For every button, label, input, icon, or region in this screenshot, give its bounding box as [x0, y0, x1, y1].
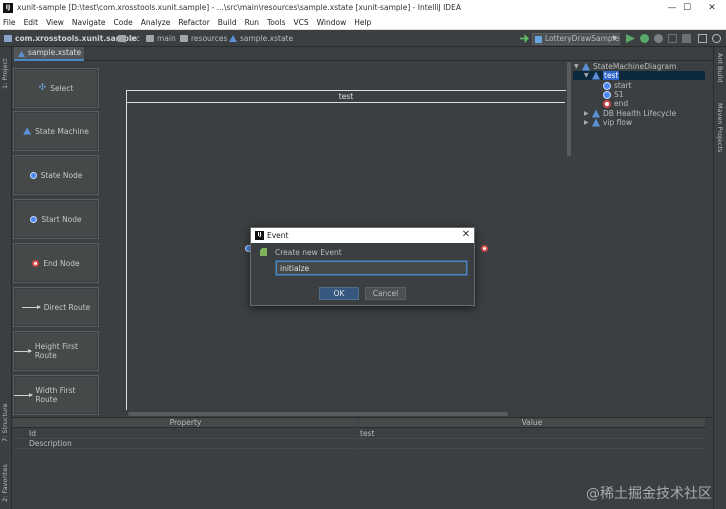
- property-value-description[interactable]: [359, 439, 705, 449]
- palette-height-first-route[interactable]: Height First Route: [13, 331, 99, 371]
- dialog-close-button[interactable]: ✕: [460, 229, 472, 241]
- left-tool-stripe: 1: Project 7: Structure 2: Favorites: [0, 47, 12, 509]
- diagram-file-icon: [229, 35, 237, 42]
- debug-icon[interactable]: [640, 34, 649, 43]
- close-window-button[interactable]: ✕: [698, 2, 726, 15]
- menu-window[interactable]: Window: [317, 17, 347, 29]
- breadcrumb-file[interactable]: sample.xstate: [229, 34, 293, 43]
- tree-item-end[interactable]: end: [603, 99, 628, 108]
- maximize-button[interactable]: ☐: [673, 2, 701, 15]
- dialog-label: Create new Event: [275, 248, 342, 257]
- folder-icon: [118, 35, 126, 42]
- folder-icon: [180, 35, 188, 42]
- palette-state-node[interactable]: State Node: [13, 155, 99, 195]
- title-bar: IJ xunit-sample [D:\test\com.xrosstools.…: [0, 0, 726, 17]
- profile-icon[interactable]: [668, 34, 677, 43]
- canvas-vertical-scrollbar[interactable]: [567, 62, 571, 156]
- cancel-button[interactable]: Cancel: [365, 287, 406, 300]
- canvas-horizontal-scrollbar[interactable]: [128, 412, 508, 416]
- stop-icon[interactable]: [682, 34, 691, 43]
- intellij-icon: IJ: [255, 231, 264, 240]
- tree-root[interactable]: ▼ StateMachineDiagram: [574, 62, 676, 71]
- property-name-description: Description: [13, 439, 358, 449]
- menu-bar: File Edit View Navigate Code Analyze Ref…: [0, 17, 726, 30]
- menu-navigate[interactable]: Navigate: [72, 17, 106, 29]
- tree-item-s1[interactable]: S1: [603, 90, 624, 99]
- ok-button[interactable]: OK: [319, 287, 359, 300]
- menu-tools[interactable]: Tools: [267, 17, 285, 29]
- tree-item-vip-flow[interactable]: ▶ vip flow: [584, 118, 632, 127]
- breadcrumb-src[interactable]: src: [118, 34, 140, 43]
- value-column-header[interactable]: Value: [359, 418, 705, 428]
- breadcrumb-project[interactable]: com.xrosstools.xunit.sample: [4, 34, 137, 43]
- state-machine-icon: [592, 71, 600, 80]
- breadcrumb-resources[interactable]: resources: [180, 34, 227, 43]
- state-node-icon: [603, 90, 611, 99]
- project-structure-icon[interactable]: [698, 34, 707, 43]
- start-node-icon: [603, 81, 611, 90]
- breadcrumb-main[interactable]: main: [146, 34, 176, 43]
- window-title: xunit-sample [D:\test\com.xrosstools.xun…: [17, 3, 461, 12]
- start-node-icon: [30, 215, 38, 223]
- palette-direct-route[interactable]: Direct Route: [13, 287, 99, 327]
- end-node-icon: [603, 99, 611, 108]
- state-machine-icon: [592, 118, 600, 127]
- select-icon: ✣: [38, 83, 47, 93]
- project-tool-button[interactable]: 1: Project: [1, 58, 9, 89]
- end-node[interactable]: [481, 245, 488, 252]
- watermark: @稀土掘金技术社区: [586, 486, 712, 502]
- intellij-icon: IJ: [3, 3, 13, 13]
- palette-width-first-route[interactable]: Width First Route: [13, 375, 99, 415]
- tree-item-db-health[interactable]: ▶ DB Health Lifecycle: [584, 109, 676, 118]
- right-tool-stripe: Ant Build Maven Projects: [713, 47, 726, 509]
- arrow-icon: [21, 304, 41, 309]
- structure-tool-button[interactable]: 7: Structure: [1, 403, 9, 442]
- favorites-tool-button[interactable]: 2: Favorites: [1, 464, 9, 502]
- state-machine-icon: [592, 109, 600, 118]
- folder-icon: [146, 35, 154, 42]
- menu-edit[interactable]: Edit: [24, 17, 39, 29]
- tree-item-start[interactable]: start: [603, 81, 631, 90]
- state-machine-title[interactable]: test: [127, 91, 565, 103]
- chevron-down-icon: ▼: [612, 35, 617, 42]
- state-node-icon: [29, 171, 37, 179]
- run-config-icon: [535, 36, 542, 43]
- project-folder-icon: [4, 35, 12, 42]
- property-name-id: Id: [13, 429, 358, 439]
- maven-projects-tool-button[interactable]: Maven Projects: [716, 103, 724, 152]
- state-machine-icon: [23, 127, 32, 135]
- ant-build-tool-button[interactable]: Ant Build: [716, 53, 724, 83]
- menu-refactor[interactable]: Refactor: [178, 17, 209, 29]
- state-machine-diagram-icon: [582, 62, 590, 71]
- menu-view[interactable]: View: [46, 17, 64, 29]
- menu-file[interactable]: File: [3, 17, 16, 29]
- property-column-header[interactable]: Property: [13, 418, 358, 428]
- menu-run[interactable]: Run: [245, 17, 259, 29]
- arrow-icon: [14, 392, 33, 397]
- expanded-arrow-icon[interactable]: ▼: [584, 72, 592, 79]
- menu-analyze[interactable]: Analyze: [141, 17, 171, 29]
- end-node-icon: [32, 259, 40, 267]
- palette-select[interactable]: ✣ Select: [13, 68, 99, 108]
- tab-sample-xstate[interactable]: sample.xstate: [14, 47, 84, 61]
- arrow-icon: [14, 348, 32, 353]
- editor-tab-row: sample.xstate: [12, 47, 713, 61]
- palette-state-machine[interactable]: State Machine: [13, 111, 99, 151]
- property-value-id[interactable]: test: [359, 429, 705, 439]
- palette-end-node[interactable]: End Node: [13, 243, 99, 283]
- dialog-title: Event: [251, 228, 474, 243]
- coverage-icon[interactable]: [654, 34, 663, 43]
- event-name-input[interactable]: [276, 261, 467, 275]
- menu-build[interactable]: Build: [218, 17, 237, 29]
- collapsed-arrow-icon[interactable]: ▶: [584, 110, 592, 117]
- collapsed-arrow-icon[interactable]: ▶: [584, 119, 592, 126]
- expanded-arrow-icon[interactable]: ▼: [574, 63, 582, 70]
- palette-start-node[interactable]: Start Node: [13, 199, 99, 239]
- menu-code[interactable]: Code: [114, 17, 133, 29]
- tree-item-test[interactable]: ▼ test: [584, 71, 620, 80]
- search-icon[interactable]: [712, 34, 721, 43]
- run-configuration-select[interactable]: LotteryDrawSample: [532, 33, 620, 45]
- menu-vcs[interactable]: VCS: [293, 17, 308, 29]
- menu-help[interactable]: Help: [354, 17, 371, 29]
